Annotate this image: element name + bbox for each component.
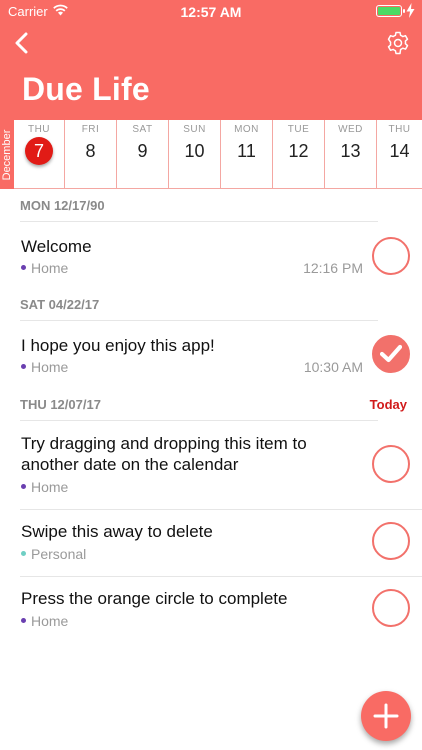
section-header: SAT 04/22/17 (20, 297, 378, 321)
complete-toggle[interactable] (372, 589, 410, 627)
section-header: MON 12/17/90 (20, 198, 378, 222)
item-time: 10:30 AM (303, 359, 363, 375)
calendar-day[interactable]: TUE 12 (273, 120, 325, 189)
list-item[interactable]: Try dragging and dropping this item to a… (0, 421, 422, 509)
list-item[interactable]: Press the orange circle to complete Home (0, 577, 422, 643)
item-category: Home (21, 260, 68, 276)
status-time: 12:57 AM (180, 4, 242, 20)
list-item[interactable]: Swipe this away to delete Personal (0, 510, 422, 576)
item-title: I hope you enjoy this app! (21, 336, 215, 355)
list-item[interactable]: Welcome Home 12:16 PM (0, 222, 422, 298)
item-title: Swipe this away to delete (21, 522, 213, 541)
today-badge: Today (369, 397, 407, 412)
complete-toggle[interactable] (372, 445, 410, 483)
month-label: December (0, 120, 14, 189)
list-item[interactable]: I hope you enjoy this app! Home 10:30 AM (0, 321, 422, 397)
gear-icon[interactable] (386, 31, 410, 55)
complete-toggle[interactable] (372, 522, 410, 560)
page-title: Due Life (22, 71, 150, 107)
add-item-button[interactable] (361, 691, 411, 741)
calendar-day[interactable]: WED 13 (325, 120, 377, 189)
battery-icon (376, 5, 405, 17)
item-title: Welcome (21, 237, 92, 256)
category-dot-icon (21, 483, 26, 489)
item-category: Personal (21, 546, 86, 562)
calendar-day[interactable]: THU 14 (377, 120, 422, 189)
checkmark-icon (380, 344, 402, 363)
calendar-day[interactable]: FRI 8 (65, 120, 117, 189)
complete-toggle[interactable] (372, 237, 410, 275)
charging-icon (406, 3, 415, 18)
category-dot-icon (21, 264, 26, 270)
category-dot-icon (21, 617, 26, 623)
app-header: Carrier 12:57 AM Due Life (0, 0, 422, 120)
complete-toggle[interactable] (372, 335, 410, 373)
item-title-line: Try dragging and dropping this item to (21, 434, 307, 453)
plus-icon (373, 703, 399, 729)
category-dot-icon (21, 550, 26, 556)
calendar-day-selected[interactable]: THU 7 (14, 120, 65, 189)
section-header: THU 12/07/17 Today (20, 397, 407, 421)
item-category: Home (21, 479, 68, 495)
calendar-strip[interactable]: December THU 7 FRI 8 SAT 9 SUN 10 MON 11… (0, 120, 422, 189)
item-time: 12:16 PM (303, 260, 363, 276)
item-category: Home (21, 359, 68, 375)
item-title-line: another date on the calendar (21, 455, 239, 474)
calendar-day[interactable]: SUN 10 (169, 120, 221, 189)
status-bar: Carrier 12:57 AM (0, 0, 422, 22)
calendar-day[interactable]: MON 11 (221, 120, 273, 189)
item-title: Press the orange circle to complete (21, 589, 288, 608)
back-chevron-icon[interactable] (12, 32, 32, 54)
item-category: Home (21, 613, 68, 629)
category-dot-icon (21, 363, 26, 369)
calendar-day[interactable]: SAT 9 (117, 120, 169, 189)
